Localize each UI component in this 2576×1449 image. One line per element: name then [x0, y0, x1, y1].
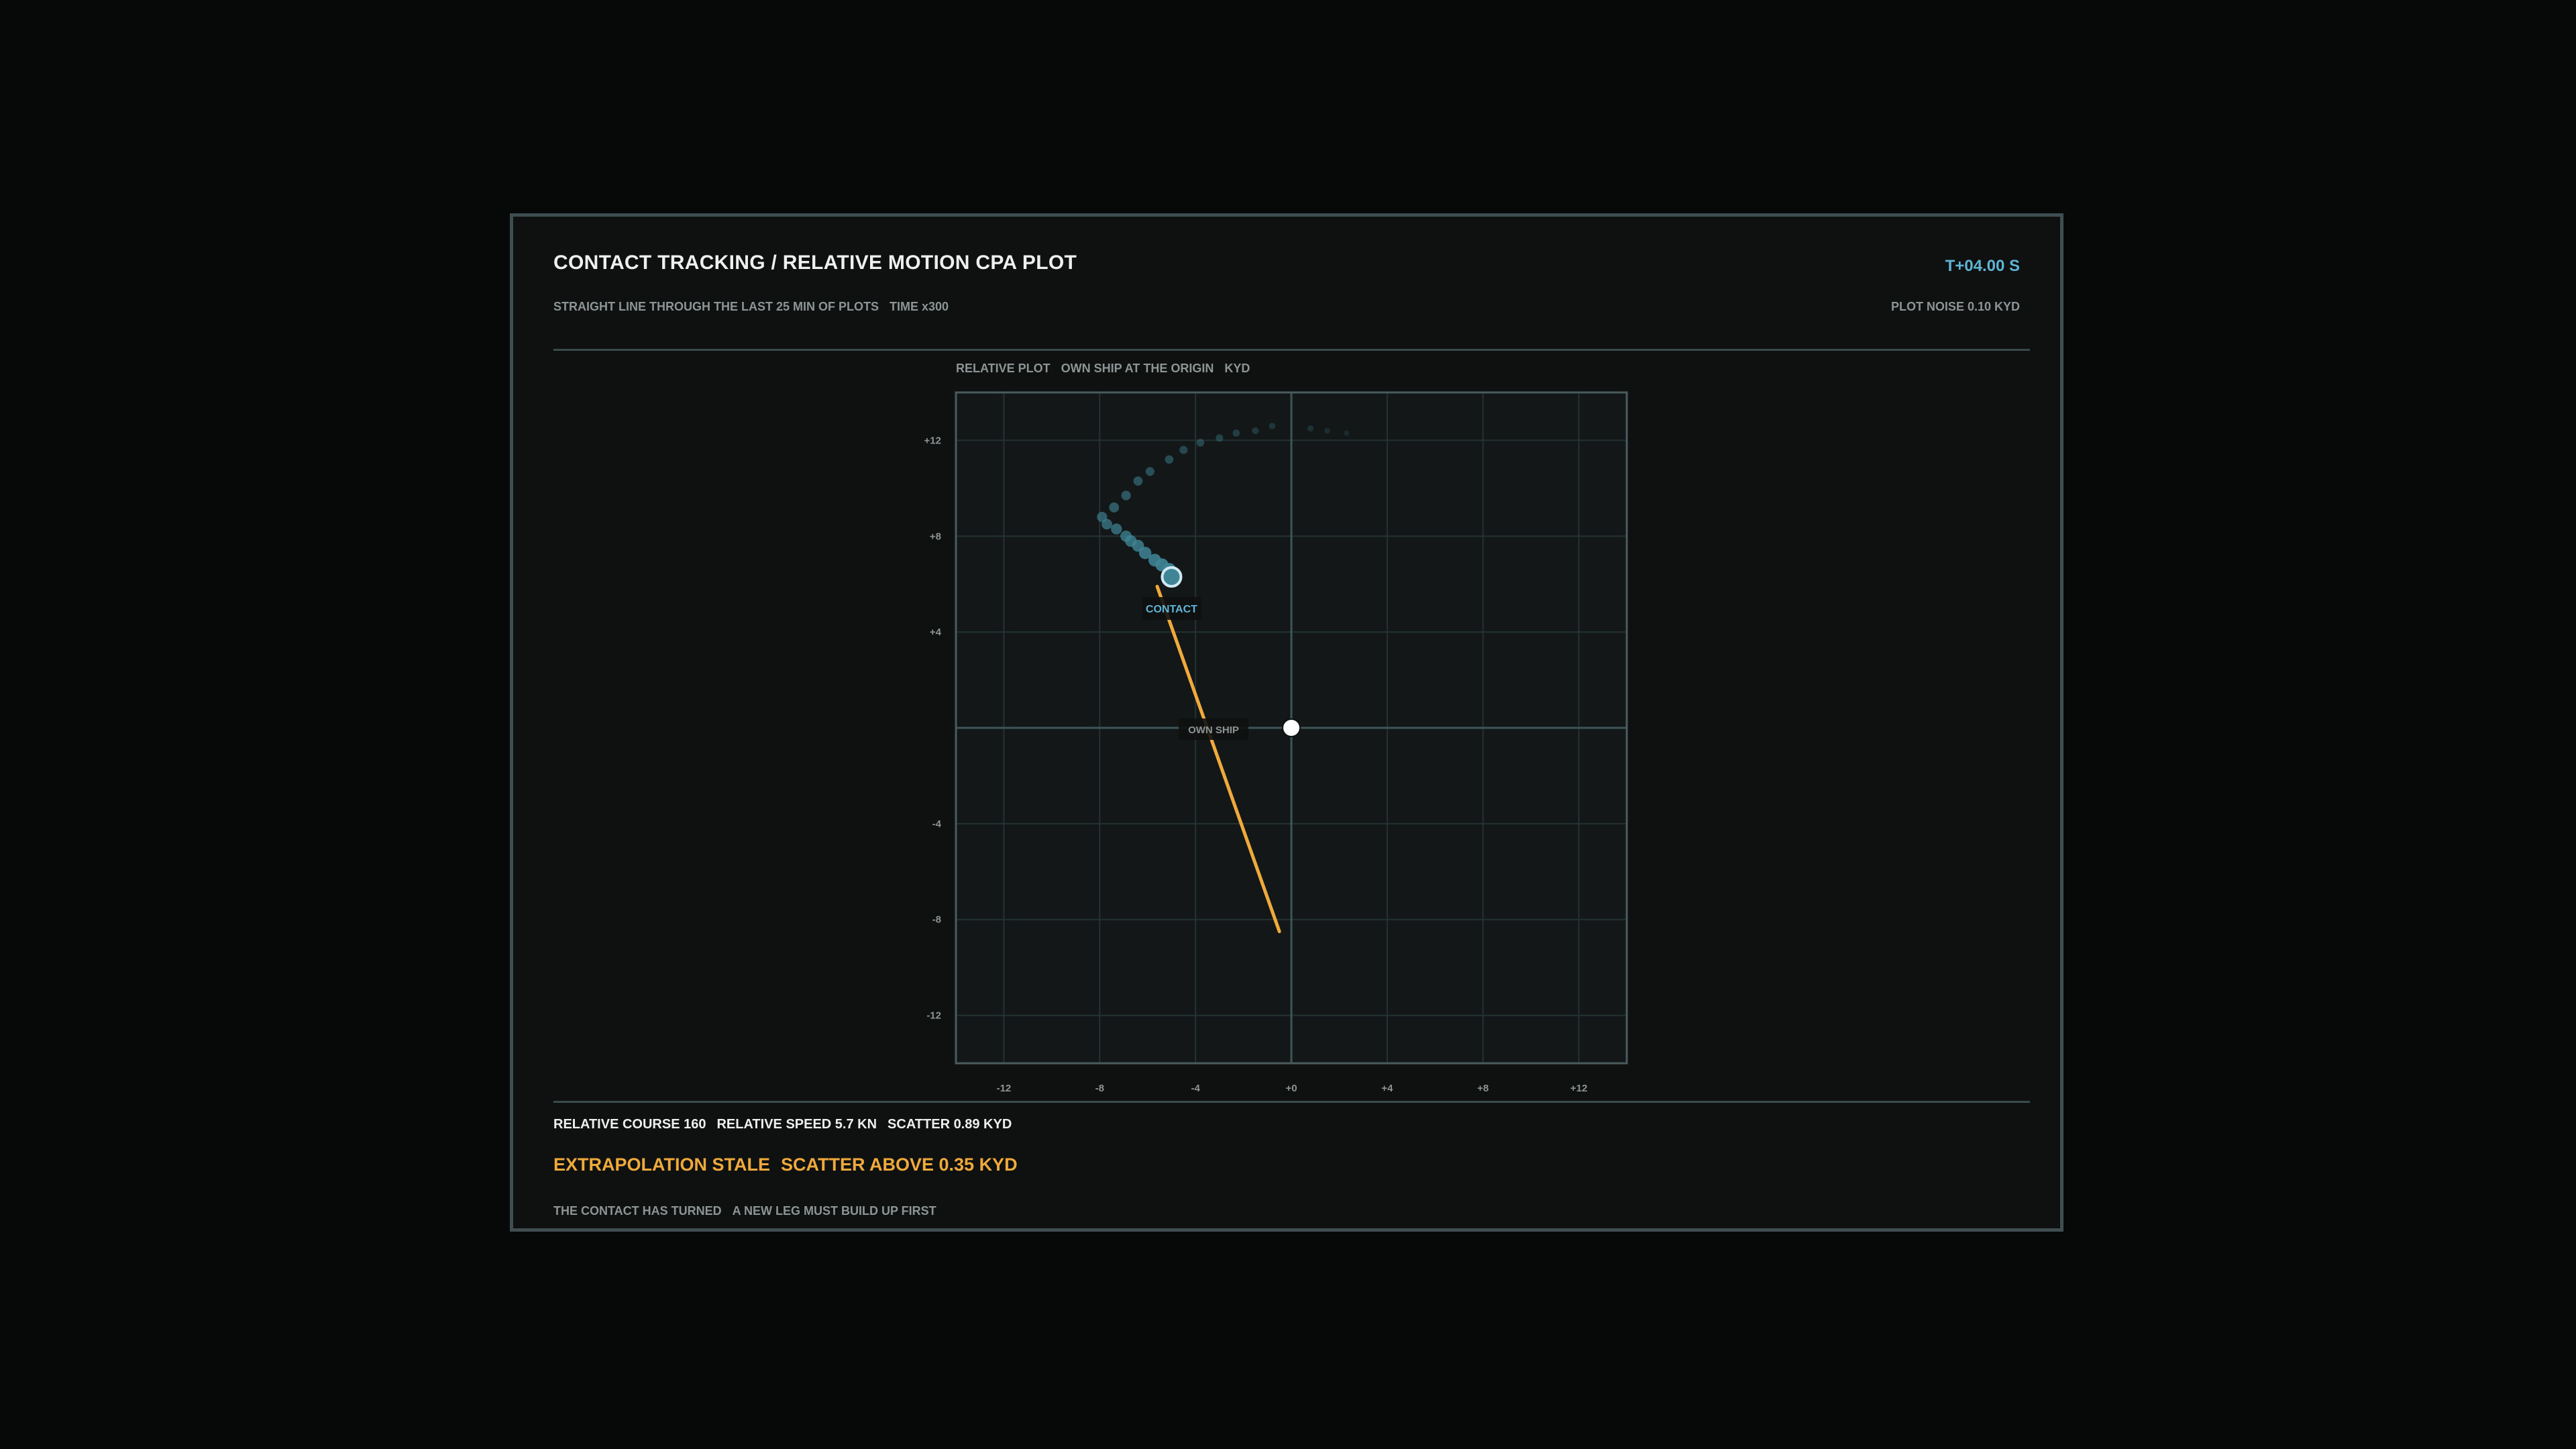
note-turned: THE CONTACT HAS TURNED	[553, 1204, 722, 1218]
x-tick-label: -8	[1095, 1083, 1104, 1094]
relative-course: RELATIVE COURSE 160	[553, 1117, 706, 1132]
motion-stats: RELATIVE COURSE 160 RELATIVE SPEED 5.7 KN…	[553, 1117, 1012, 1132]
x-tick-label: +12	[1570, 1083, 1587, 1094]
x-tick-label: +8	[1477, 1083, 1489, 1094]
y-tick-label: -4	[932, 818, 942, 830]
history-plot-point	[1232, 429, 1240, 437]
history-plot-point	[1307, 425, 1314, 432]
history-plot-point	[1121, 490, 1131, 500]
history-plot-point	[1102, 519, 1112, 530]
footer-divider	[553, 1101, 2030, 1103]
history-plot-point	[1196, 439, 1205, 447]
history-plot-point	[1145, 467, 1155, 476]
extrapolation-alert: EXTRAPOLATION STALE SCATTER ABOVE 0.35 KY…	[553, 1155, 1018, 1175]
contact-marker	[1161, 566, 1183, 588]
cpa-plot-panel: CONTACT TRACKING / RELATIVE MOTION CPA P…	[510, 213, 2063, 1232]
x-tick-label: +0	[1285, 1083, 1297, 1094]
history-plot-point	[1179, 445, 1188, 454]
history-plot-point	[1216, 434, 1224, 442]
history-plot-point	[1111, 523, 1122, 535]
scatter-value: SCATTER 0.89 KYD	[888, 1117, 1012, 1132]
history-plot-point	[1133, 476, 1143, 486]
own-ship-label: OWN SHIP	[1188, 724, 1239, 736]
y-tick-label: -8	[932, 914, 941, 926]
relative-motion-plot: -12 -8 -4 +0 +4 +8 +12 +12 +8 +4 -4 -8 -12 CONTACT OWN…	[924, 391, 1628, 1094]
x-tick-label: +4	[1381, 1083, 1393, 1094]
history-plot-point	[1165, 455, 1174, 464]
alert-scatter: SCATTER ABOVE 0.35 KYD	[781, 1155, 1018, 1175]
history-plot-point	[1324, 427, 1330, 434]
y-tick-label: +8	[930, 531, 941, 542]
y-tick-label: -12	[926, 1010, 941, 1022]
status-note: THE CONTACT HAS TURNED A NEW LEG MUST BUI…	[553, 1204, 936, 1218]
history-plot-point	[1252, 427, 1259, 435]
alert-stale: EXTRAPOLATION STALE	[553, 1155, 770, 1175]
history-plot-point	[1109, 502, 1120, 513]
contact-label: CONTACT	[1146, 604, 1197, 615]
x-tick-label: -12	[997, 1083, 1012, 1094]
y-tick-label: +4	[930, 627, 942, 638]
y-tick-label: +12	[924, 435, 941, 446]
note-new-leg: A NEW LEG MUST BUILD UP FIRST	[732, 1204, 936, 1218]
relative-speed: RELATIVE SPEED 5.7 KN	[716, 1117, 877, 1132]
own-ship-marker	[1282, 718, 1301, 737]
x-tick-label: -4	[1191, 1083, 1200, 1094]
history-plot-point	[1344, 430, 1350, 436]
history-plot-point	[1269, 423, 1276, 429]
